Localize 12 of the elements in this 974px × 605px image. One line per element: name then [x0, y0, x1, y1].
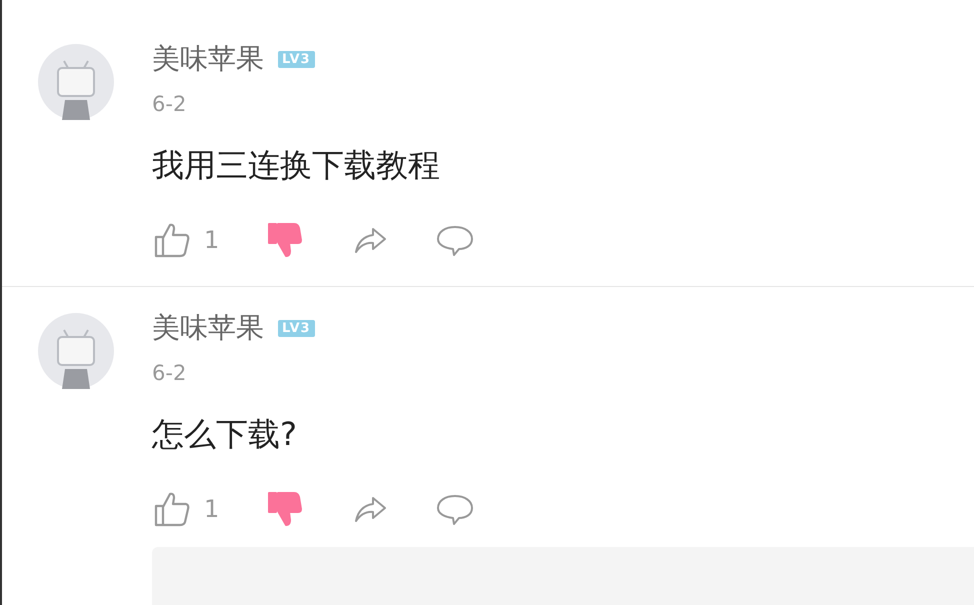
avatar-icon — [38, 44, 114, 120]
level-badge: LV3 — [278, 320, 315, 336]
user-name[interactable]: 美味苹果 — [152, 40, 264, 78]
like-count: 1 — [204, 226, 220, 254]
avatar-icon — [38, 313, 114, 389]
level-badge: LV3 — [278, 50, 315, 68]
like-count: 1 — [204, 495, 220, 523]
comment-date: 6-2 — [152, 92, 188, 116]
comment-date: 6-2 — [152, 361, 188, 385]
comment-text: 怎么下载? — [152, 414, 298, 455]
user-name[interactable]: 美味苹果 — [152, 309, 264, 347]
comment-text: 我用三连换下载教程 — [152, 145, 441, 186]
